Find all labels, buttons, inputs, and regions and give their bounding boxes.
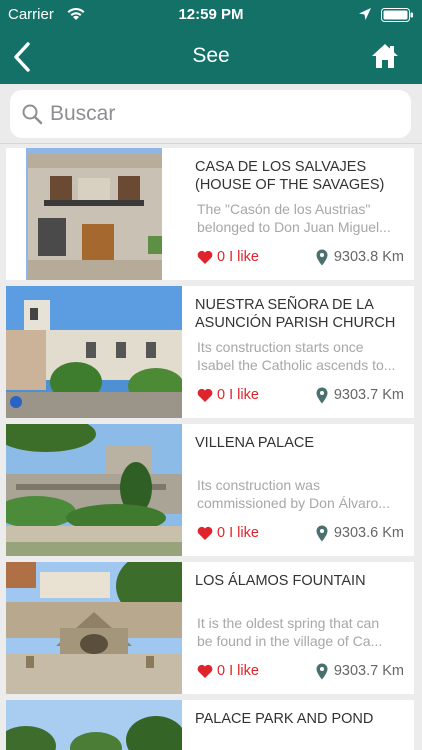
status-bar: Carrier 12:59 PM [0, 0, 422, 30]
distance: 9303.7 Km [316, 662, 404, 680]
location-arrow-icon [359, 8, 371, 20]
like-button[interactable]: 0 I like [197, 386, 259, 404]
place-title: PALACE PARK AND POND [195, 711, 374, 727]
heart-icon [197, 664, 213, 678]
map-pin-icon [316, 387, 328, 403]
like-count: 0 I like [217, 249, 259, 265]
home-icon[interactable] [370, 42, 400, 70]
place-photo [6, 562, 182, 694]
like-button[interactable]: 0 I like [197, 662, 259, 680]
distance: 9303.8 Km [316, 248, 404, 266]
place-photo [6, 700, 182, 750]
heart-icon [197, 526, 213, 540]
search-icon [22, 104, 43, 125]
like-count: 0 I like [217, 525, 259, 541]
place-description: Its construction was commissioned by Don… [197, 477, 390, 511]
place-description: Its construction starts once Isabel the … [197, 339, 396, 373]
place-description: The "Casón de los Austrias" belonged to … [197, 201, 391, 235]
search-box[interactable] [10, 90, 411, 138]
distance: 9303.7 Km [316, 386, 404, 404]
place-title: VILLENA PALACE [195, 435, 315, 451]
list-item[interactable]: CASA DE LOS SALVAJES (HOUSE OF THE SAVAG… [6, 148, 414, 280]
search-bar [0, 84, 422, 144]
page-title: See [192, 44, 230, 67]
list-item[interactable]: LOS ÁLAMOS FOUNTAIN It is the oldest spr… [6, 562, 414, 694]
like-button[interactable]: 0 I like [197, 248, 259, 266]
map-pin-icon [316, 525, 328, 541]
distance-value: 9303.6 Km [333, 525, 404, 541]
distance: 9303.6 Km [316, 524, 404, 542]
list-item[interactable]: NUESTRA SEÑORA DE LA ASUNCIÓN PARISH CHU… [6, 286, 414, 418]
map-pin-icon [316, 249, 328, 265]
place-title: NUESTRA SEÑORA DE LA ASUNCIÓN PARISH CHU… [195, 297, 396, 331]
navigation-bar: See [0, 30, 422, 84]
search-input[interactable] [50, 99, 390, 129]
place-title: LOS ÁLAMOS FOUNTAIN [195, 573, 366, 589]
place-description: It is the oldest spring that can be foun… [197, 615, 383, 649]
like-count: 0 I like [217, 663, 259, 679]
distance-value: 9303.7 Km [333, 663, 404, 679]
place-title: CASA DE LOS SALVAJES (HOUSE OF THE SAVAG… [195, 159, 385, 193]
like-count: 0 I like [217, 387, 259, 403]
battery-icon [381, 8, 413, 22]
place-photo [6, 286, 182, 418]
list-item[interactable]: PALACE PARK AND POND [6, 700, 414, 750]
place-photo [6, 148, 182, 280]
heart-icon [197, 388, 213, 402]
distance-value: 9303.8 Km [333, 249, 404, 265]
distance-value: 9303.7 Km [333, 387, 404, 403]
heart-icon [197, 250, 213, 264]
map-pin-icon [316, 663, 328, 679]
like-button[interactable]: 0 I like [197, 524, 259, 542]
place-photo [6, 424, 182, 556]
list-item[interactable]: VILLENA PALACE Its construction was comm… [6, 424, 414, 556]
